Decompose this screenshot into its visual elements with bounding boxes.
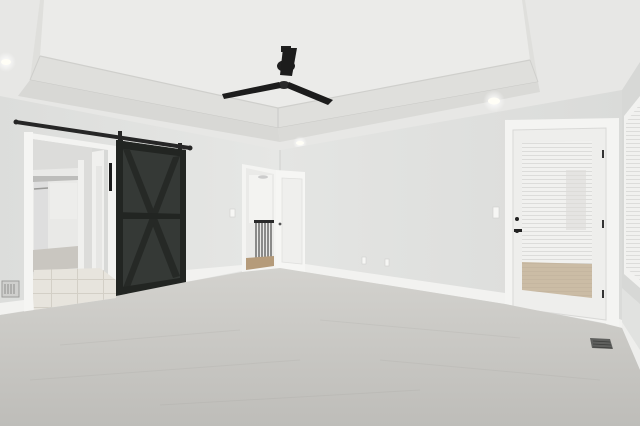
light-switch[interactable] [492, 206, 500, 219]
outlet [384, 258, 390, 267]
light-switch[interactable] [229, 208, 236, 218]
deadbolt[interactable] [515, 217, 519, 221]
outlet [361, 256, 367, 265]
exterior-glass-door[interactable] [505, 118, 619, 326]
interior-door-open[interactable] [276, 170, 305, 272]
empty-bedroom-photo [0, 0, 640, 426]
hallway-doorway [242, 164, 276, 272]
barn-door[interactable] [109, 140, 186, 296]
right-windows [622, 96, 640, 350]
floor-vent [590, 338, 613, 349]
window-blinds [626, 104, 640, 280]
barn-door-handle[interactable] [109, 163, 112, 191]
